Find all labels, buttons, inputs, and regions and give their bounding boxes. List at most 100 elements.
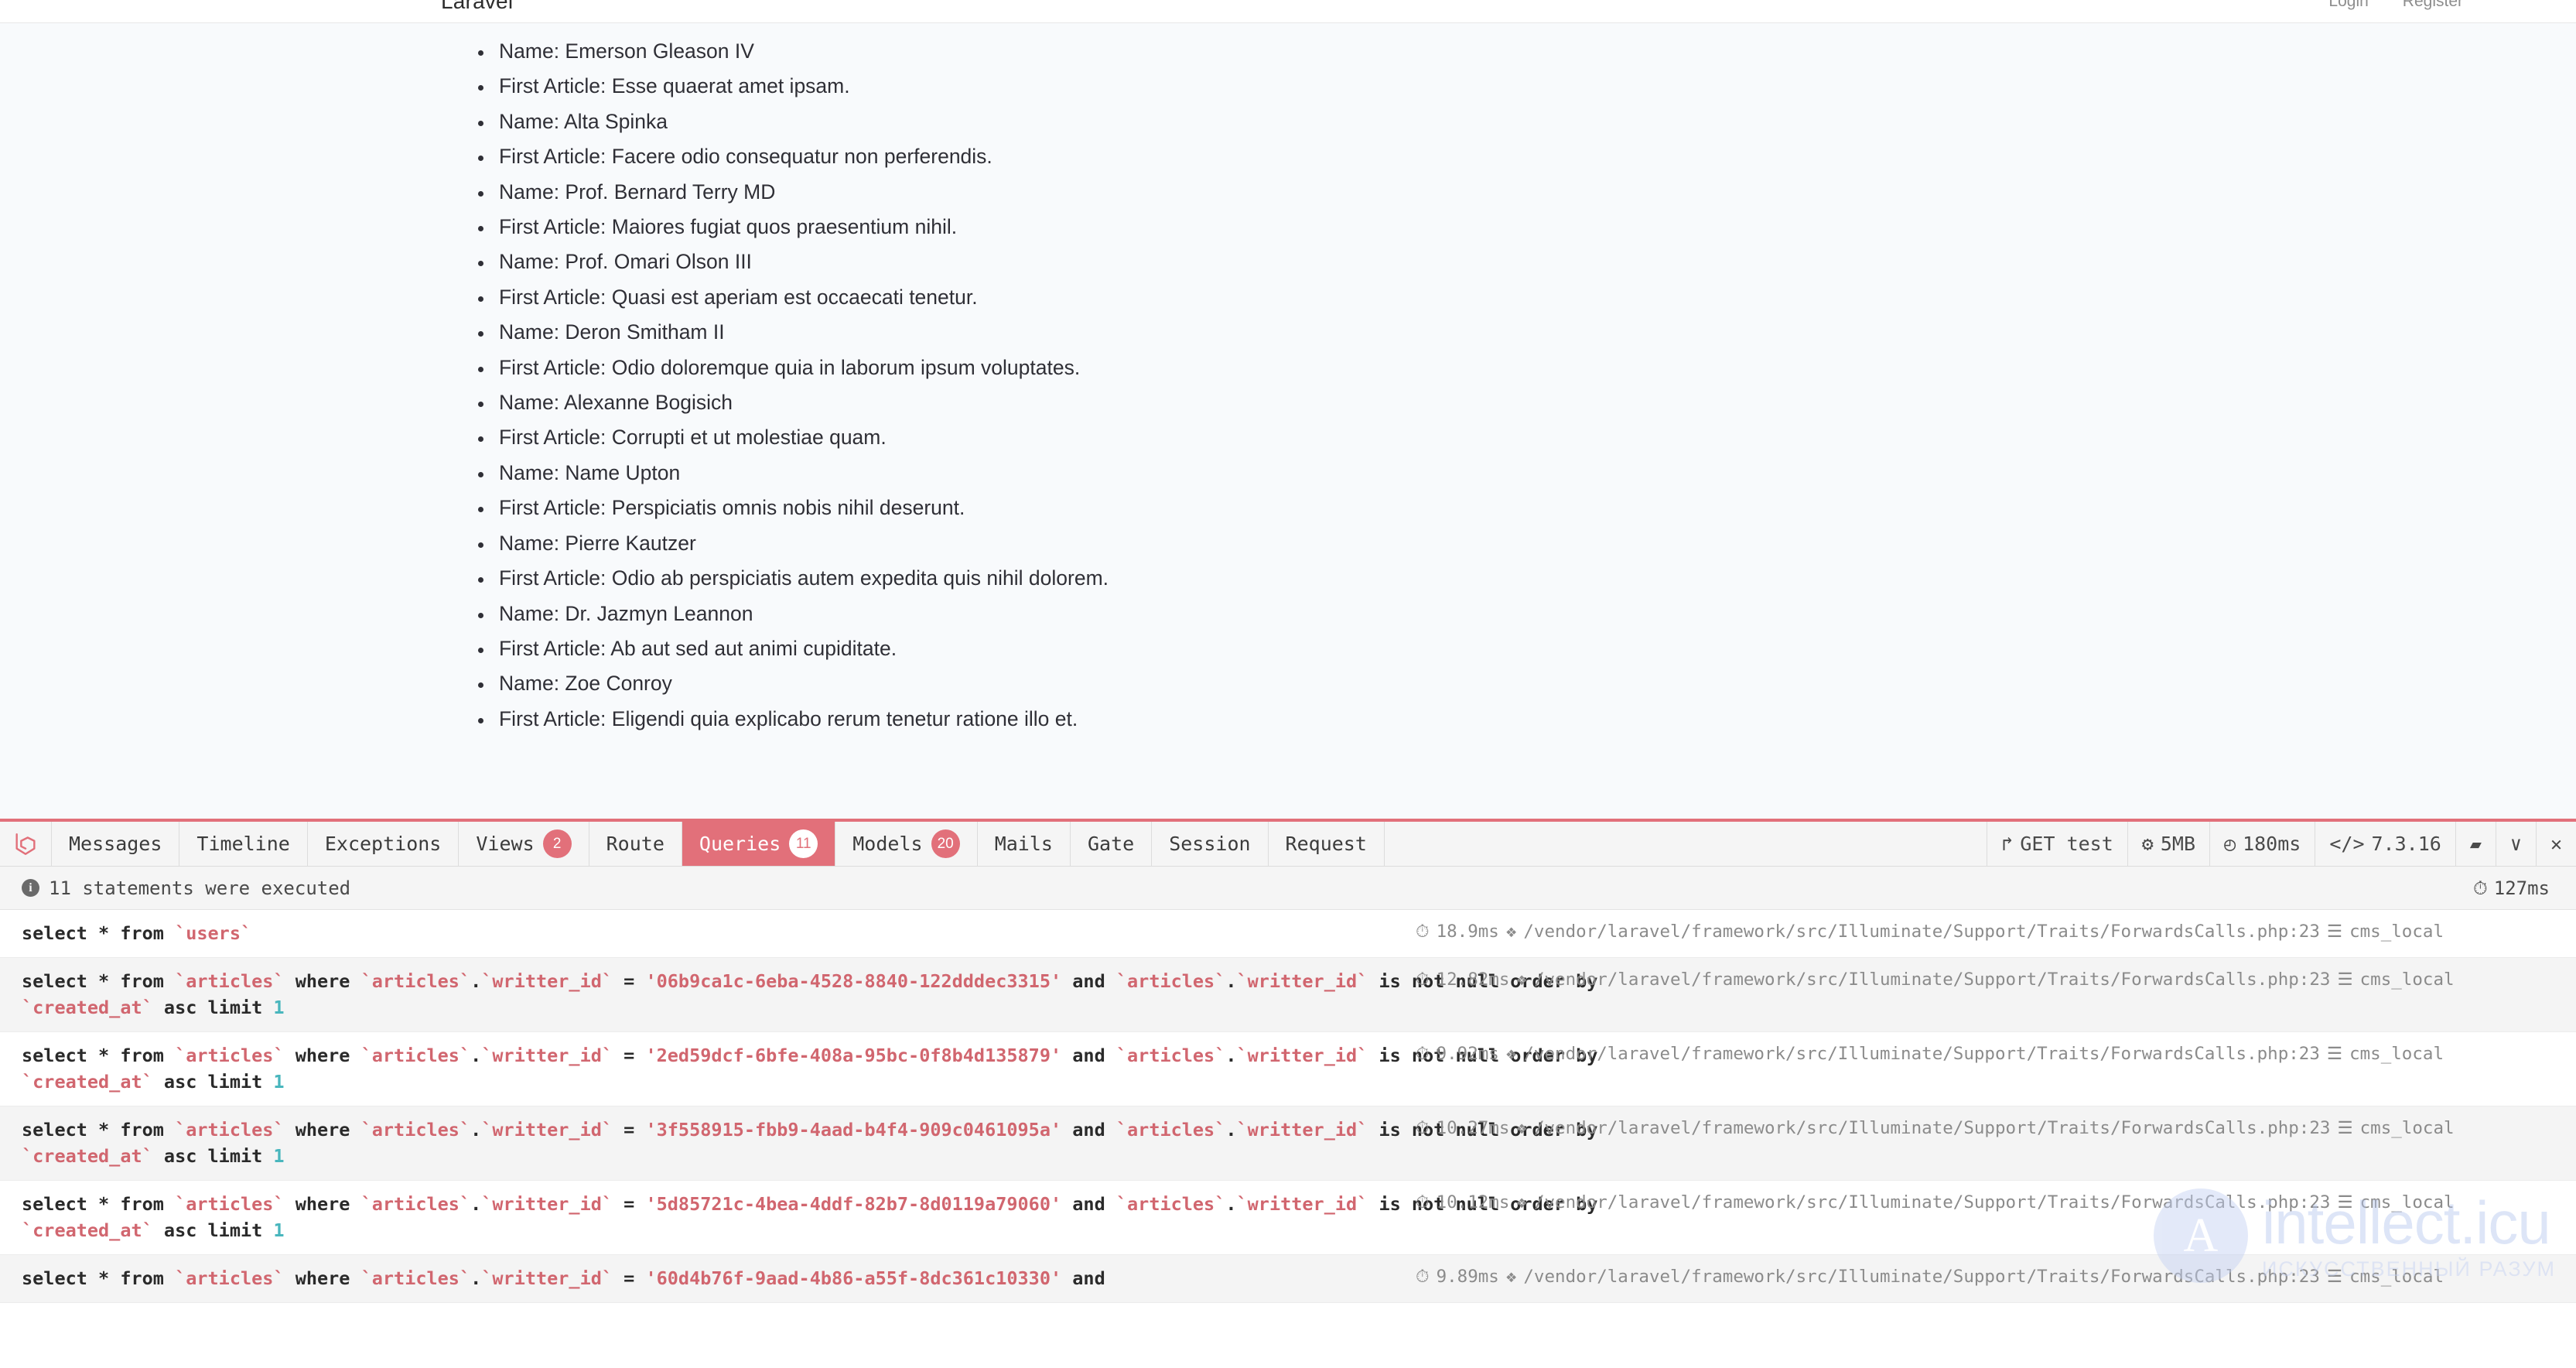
database-icon: ☰ [2326, 1266, 2343, 1287]
tab-models[interactable]: Models 20 [835, 822, 978, 866]
tab-views[interactable]: Views 2 [459, 822, 589, 866]
query-meta: ⏱ 10.27ms ❖ /vendor/laravel/framework/src/I… [1416, 1118, 2455, 1138]
page-content: Laravel Login Register Name: Emerson Gle… [0, 0, 2576, 819]
pin-icon: ❖ [1516, 1117, 1527, 1138]
database-icon: ☰ [2326, 921, 2343, 942]
total-time: ⏱ 127ms [2473, 877, 2554, 899]
list-item: Name: Alta Spinka [473, 104, 2576, 139]
query-connection: cms_local [2359, 1192, 2455, 1212]
query-row[interactable]: select * from `articles` where `articles… [0, 1106, 2576, 1181]
info-label: 5MB [2160, 833, 2196, 855]
auth-links: Login Register [2328, 0, 2463, 11]
list-item: Name: Prof. Bernard Terry MD [473, 175, 2576, 210]
query-file: /vendor/laravel/framework/src/Illuminate… [1533, 1118, 2331, 1138]
pin-icon: ❖ [1516, 1192, 1527, 1212]
tab-label: Request [1285, 833, 1367, 855]
query-duration: 12.82ms [1436, 970, 1510, 990]
info-chevron-down[interactable]: ∨ [2495, 822, 2536, 866]
debugbar-status-bar: i 11 statements were executed ⏱ 127ms [0, 867, 2576, 910]
database-icon: ☰ [2337, 1117, 2353, 1138]
info-close[interactable]: ✕ [2535, 822, 2576, 866]
clock-icon: ⏱ [2473, 877, 2488, 899]
tab-label: Route [606, 833, 664, 855]
info-clock[interactable]: ◴ 180ms [2209, 822, 2315, 866]
tab-timeline[interactable]: Timeline [179, 822, 308, 866]
close-icon: ✕ [2550, 833, 2562, 855]
query-meta: ⏱ 12.82ms ❖ /vendor/laravel/framework/src/I… [1416, 970, 2455, 990]
tab-request[interactable]: Request [1269, 822, 1385, 866]
debugbar-info-strip: ↱ GET test ⚙ 5MB ◴ 180ms </> 7.3.16 ▰ ∨ ✕ [1987, 822, 2576, 866]
clock-icon: ⏱ [1416, 1043, 1430, 1064]
pin-icon: ❖ [1516, 969, 1527, 990]
tab-label: Session [1169, 833, 1251, 855]
info-label: 180ms [2243, 833, 2301, 855]
tab-route[interactable]: Route [589, 822, 682, 866]
list-item: First Article: Odio ab perspiciatis aute… [473, 561, 2576, 596]
info-code[interactable]: </> 7.3.16 [2315, 822, 2455, 866]
info-gears[interactable]: ⚙ 5MB [2127, 822, 2209, 866]
query-row[interactable]: select * from `articles` where `articles… [0, 1181, 2576, 1255]
code-icon: </> [2329, 833, 2365, 855]
query-file: /vendor/laravel/framework/src/Illuminate… [1533, 1192, 2331, 1212]
results-list-container: Name: Emerson Gleason IV First Article: E… [0, 34, 2576, 737]
pin-icon: ❖ [1505, 1043, 1517, 1064]
list-item: Name: Alexanne Bogisich [473, 385, 2576, 420]
database-icon: ☰ [2337, 969, 2353, 990]
query-file: /vendor/laravel/framework/src/Illuminate… [1523, 1044, 2320, 1064]
query-row[interactable]: select * from `users` ⏱ 18.9ms ❖/vendor/lar… [0, 910, 2576, 958]
query-meta: ⏱ 18.9ms ❖ /vendor/laravel/framework/src/Il… [1416, 922, 2444, 942]
debugbar-tab-strip: Messages Timeline Exceptions Views 2 Route Que… [0, 822, 2576, 867]
clock-icon: ⏱ [1416, 1117, 1430, 1138]
clock-icon: ⏱ [1416, 969, 1430, 990]
tab-label: Views [476, 833, 535, 855]
query-row[interactable]: select * from `articles` where `articles… [0, 958, 2576, 1032]
list-item: First Article: Quasi est aperiam est occ… [473, 280, 2576, 315]
tab-messages[interactable]: Messages [52, 822, 180, 866]
query-duration: 18.9ms [1436, 922, 1499, 942]
list-item: First Article: Esse quaerat amet ipsam. [473, 69, 2576, 104]
pin-icon: ❖ [1505, 921, 1517, 942]
list-item: First Article: Facere odio consequatur n… [473, 139, 2576, 174]
query-connection: cms_local [2349, 1267, 2444, 1287]
tab-mails[interactable]: Mails [978, 822, 1071, 866]
query-file: /vendor/laravel/framework/src/Illuminate… [1523, 922, 2320, 942]
info-folder[interactable]: ▰ [2455, 822, 2496, 866]
database-icon: ☰ [2326, 1043, 2343, 1064]
tab-queries[interactable]: Queries 11 [682, 822, 836, 866]
query-connection: cms_local [2359, 1118, 2455, 1138]
info-icon: i [22, 879, 39, 897]
info-share-arrow[interactable]: ↱ GET test [1987, 822, 2127, 866]
info-label: GET test [2020, 833, 2113, 855]
query-row[interactable]: select * from `articles` where `articles… [0, 1255, 2576, 1303]
share-arrow-icon: ↱ [2001, 833, 2014, 855]
query-rows: select * from `users` ⏱ 18.9ms ❖/vendor/lar… [0, 910, 2576, 1303]
clock-icon: ⏱ [1416, 1266, 1430, 1287]
tab-gate[interactable]: Gate [1071, 822, 1153, 866]
tab-label: Timeline [196, 833, 290, 855]
query-row[interactable]: select * from `articles` where `articles… [0, 1032, 2576, 1106]
query-meta: ⏱ 9.92ms ❖ /vendor/laravel/framework/src/Il… [1416, 1044, 2444, 1064]
list-item: Name: Name Upton [473, 456, 2576, 491]
total-time-value: 127ms [2493, 877, 2550, 899]
login-link[interactable]: Login [2328, 0, 2368, 11]
query-connection: cms_local [2349, 922, 2444, 942]
tab-label: Queries [699, 833, 781, 855]
tab-session[interactable]: Session [1152, 822, 1269, 866]
tab-label: Models [852, 833, 923, 855]
tab-label: Exceptions [324, 833, 442, 855]
query-file: /vendor/laravel/framework/src/Illuminate… [1533, 970, 2331, 990]
info-label: 7.3.16 [2371, 833, 2441, 855]
status-text: 11 statements were executed [49, 877, 351, 899]
pin-icon: ❖ [1505, 1266, 1517, 1287]
query-duration: 9.89ms [1436, 1267, 1499, 1287]
list-item: Name: Prof. Omari Olson III [473, 245, 2576, 279]
register-link[interactable]: Register [2403, 0, 2463, 11]
list-item: Name: Zoe Conroy [473, 666, 2576, 701]
laravel-logo-icon[interactable] [0, 822, 52, 866]
clock-icon: ⏱ [1416, 1192, 1430, 1212]
list-item: First Article: Ab aut sed aut animi cupi… [473, 631, 2576, 666]
tab-label: Mails [994, 833, 1053, 855]
tab-exceptions[interactable]: Exceptions [308, 822, 460, 866]
list-item: Name: Emerson Gleason IV [473, 34, 2576, 69]
list-item: First Article: Corrupti et ut molestiae … [473, 420, 2576, 455]
